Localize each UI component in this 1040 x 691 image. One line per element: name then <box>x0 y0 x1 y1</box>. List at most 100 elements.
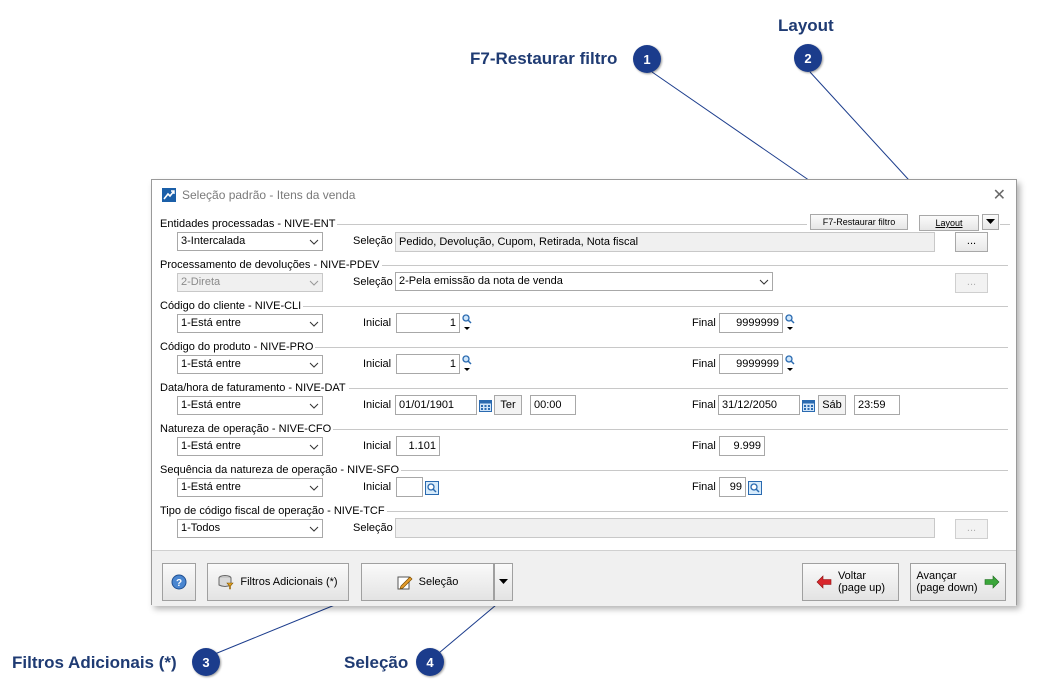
combo-value: 1-Está entre <box>181 317 241 329</box>
combo-pdev: 2-Direta <box>177 273 323 292</box>
selecao-dropdown-button[interactable] <box>494 563 513 601</box>
field-label: Seleção <box>353 522 393 534</box>
chevron-down-icon <box>986 219 995 224</box>
calendar-icon[interactable] <box>479 399 492 412</box>
combo-pro[interactable]: 1-Está entre <box>177 355 323 374</box>
callout-4-badge: 4 <box>416 648 444 676</box>
window-title: Seleção padrão - Itens da venda <box>182 188 356 202</box>
close-button[interactable]: ✕ <box>993 185 1006 205</box>
help-button[interactable]: ? <box>162 563 196 601</box>
voltar-button[interactable]: Voltar (page up) <box>802 563 899 601</box>
search-icon[interactable] <box>785 355 795 373</box>
combo-ent[interactable]: 3-Intercalada <box>177 232 323 251</box>
arrow-left-icon <box>816 575 832 589</box>
chevron-down-icon <box>756 273 772 290</box>
combo-cfo[interactable]: 1-Está entre <box>177 437 323 456</box>
separator <box>370 265 1008 266</box>
field-label: Final <box>692 481 716 493</box>
combo-value: 1-Está entre <box>181 358 241 370</box>
field-label: Seleção <box>353 276 393 288</box>
calendar-icon[interactable] <box>802 399 815 412</box>
final-day-button[interactable]: Sáb <box>818 395 846 415</box>
separator <box>1000 224 1010 225</box>
browse-button-ent[interactable]: ... <box>955 232 988 252</box>
search-icon[interactable] <box>425 481 439 495</box>
chevron-down-icon <box>306 274 322 291</box>
title-bar: Seleção padrão - Itens da venda ✕ <box>152 180 1016 210</box>
section-label-tcf: Tipo de código fiscal de operação - NIVE… <box>160 505 387 517</box>
svg-text:?: ? <box>176 578 182 589</box>
voltar-shortcut: (page up) <box>837 582 886 594</box>
field-label: Final <box>692 399 716 411</box>
initial-field-pro[interactable]: 1 <box>396 354 460 374</box>
field-label: Inicial <box>363 481 392 493</box>
selecao-label: Seleção <box>418 576 459 588</box>
field-label: Inicial <box>363 399 392 411</box>
search-icon[interactable] <box>785 314 795 332</box>
initial-field-sfo[interactable] <box>396 477 423 497</box>
initial-field-cli[interactable]: 1 <box>396 313 460 333</box>
layout-dropdown-button[interactable] <box>982 214 999 230</box>
combo-value: 2-Direta <box>181 276 221 288</box>
separator <box>327 224 807 225</box>
selection-dialog: Seleção padrão - Itens da venda ✕ F7-Res… <box>151 179 1017 606</box>
combo-value: 2-Pela emissão da nota de venda <box>399 275 563 287</box>
section-label-cfo: Natureza de operação - NIVE-CFO <box>160 423 334 435</box>
combo-value: 1-Está entre <box>181 481 241 493</box>
search-icon[interactable] <box>748 481 762 495</box>
separator <box>310 347 1008 348</box>
field-label: Inicial <box>363 317 392 329</box>
section-label-pro: Código do produto - NIVE-PRO <box>160 341 316 353</box>
separator <box>349 388 1008 389</box>
restore-filter-button[interactable]: F7-Restaurar filtro <box>810 214 908 230</box>
section-label-ent: Entidades processadas - NIVE-ENT <box>160 218 338 230</box>
final-date-field[interactable]: 31/12/2050 <box>718 395 800 415</box>
final-field-cli[interactable]: 9999999 <box>719 313 783 333</box>
combo-sfo[interactable]: 1-Está entre <box>177 478 323 497</box>
final-field-sfo[interactable]: 99 <box>719 477 746 497</box>
final-field-pro[interactable]: 9999999 <box>719 354 783 374</box>
combo-value: 3-Intercalada <box>181 235 246 247</box>
field-label: Final <box>692 440 716 452</box>
selection-field-ent: Pedido, Devolução, Cupom, Retirada, Nota… <box>395 232 935 252</box>
field-label: Inicial <box>363 440 392 452</box>
callout-2-badge: 2 <box>794 44 822 72</box>
combo-value: 1-Todos <box>181 522 221 534</box>
chevron-down-icon <box>306 397 322 414</box>
initial-day-button[interactable]: Ter <box>494 395 522 415</box>
combo-cli[interactable]: 1-Está entre <box>177 314 323 333</box>
initial-time-field[interactable]: 00:00 <box>530 395 576 415</box>
combo-tcf[interactable]: 1-Todos <box>177 519 323 538</box>
separator <box>300 306 1008 307</box>
browse-button-tcf: ... <box>955 519 988 539</box>
initial-field-cfo[interactable]: 1.101 <box>396 436 440 456</box>
field-label: Final <box>692 317 716 329</box>
separator <box>380 511 1008 512</box>
search-icon[interactable] <box>462 355 472 373</box>
chevron-down-icon <box>499 579 508 584</box>
callout-3-badge: 3 <box>192 648 220 676</box>
database-filter-icon <box>218 575 235 590</box>
combo-pdev-selection[interactable]: 2-Pela emissão da nota de venda <box>395 272 773 291</box>
chevron-down-icon <box>306 315 322 332</box>
final-time-field[interactable]: 23:59 <box>854 395 900 415</box>
final-field-cfo[interactable]: 9.999 <box>719 436 765 456</box>
app-icon <box>162 188 176 202</box>
callout-2-label: Layout <box>778 16 834 35</box>
section-label-dat: Data/hora de faturamento - NIVE-DAT <box>160 382 348 394</box>
arrow-right-icon <box>984 575 1000 589</box>
field-label: Seleção <box>353 235 393 247</box>
combo-dat[interactable]: 1-Está entre <box>177 396 323 415</box>
initial-date-field[interactable]: 01/01/1901 <box>395 395 477 415</box>
callout-3-label: Filtros Adicionais (*) <box>12 653 177 672</box>
selection-field-tcf <box>395 518 935 538</box>
search-icon[interactable] <box>462 314 472 332</box>
separator <box>328 429 1008 430</box>
selecao-button[interactable]: Seleção <box>361 563 494 601</box>
avancar-button[interactable]: Avançar (page down) <box>910 563 1006 601</box>
layout-button[interactable]: Layout <box>919 215 979 231</box>
section-label-sfo: Sequência da natureza de operação - NIVE… <box>160 464 402 476</box>
filtros-adicionais-button[interactable]: Filtros Adicionais (*) <box>207 563 349 601</box>
separator <box>392 470 1008 471</box>
section-label-cli: Código do cliente - NIVE-CLI <box>160 300 304 312</box>
